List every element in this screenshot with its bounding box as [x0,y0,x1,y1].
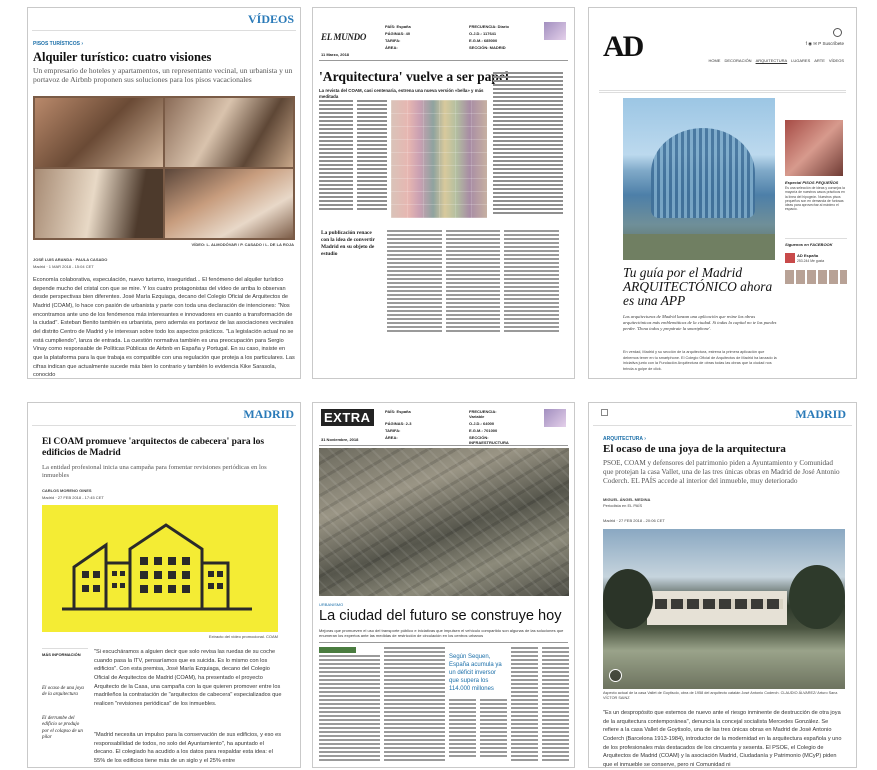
section-label-madrid[interactable]: MADRID [795,407,846,422]
column-text-left [319,100,353,212]
section-label-madrid[interactable]: MADRID [243,407,294,422]
column-text-right [493,72,563,216]
author-role: Periodista en EL PAÍS [603,503,643,508]
headline: El COAM promueve 'arquitectos de cabecer… [42,437,265,458]
city-illustration-icon [62,523,252,611]
pull-quote: Según Sequen, España acumula ya un défic… [449,654,502,693]
nav-decoracion[interactable]: DECORACIÓN [724,58,751,63]
nav-arquitectura[interactable]: ARQUITECTURA [756,58,788,63]
menu-icon[interactable] [601,409,608,416]
fb-likes: 253.244 Me gusta [797,259,825,263]
clip-date: 31 Noviembre, 2018 [321,437,359,442]
clipping-arquitectura-papel[interactable]: EL MUNDO 11 Marzo, 2018 PAÍS: España FREC… [312,7,575,379]
kicker: URBANISMO [319,602,344,607]
clipping-ocaso-joya[interactable]: MADRID ARQUITECTURA › El ocaso de una jo… [588,402,857,768]
headline: La ciudad del futuro se construye hoy [319,608,562,624]
ad-logo[interactable]: AD [603,30,644,64]
subhead: Mejoras que promueven el uso del transpo… [319,628,564,638]
clipping-arquitectos-cabecera[interactable]: MADRID El COAM promueve 'arquitectos de … [27,402,301,768]
headline: El ocaso de una joya de la arquitectura [603,443,786,455]
nav-lugares[interactable]: LUGARES [791,58,810,63]
section-label-videos[interactable]: VÍDEOS [248,12,294,27]
dateline: Madrid · 1 MAR 2018 - 15:04 CET [33,264,94,269]
subhead: PSOE, COAM y defensores del patrimonio p… [603,459,840,485]
subhead: La entidad profesional inicia una campañ… [42,464,267,480]
side-text: Es una selección de ideas y consejos la … [785,186,845,212]
clip-thumbnail [544,409,566,427]
article-dek: Las arquitecturas de Madrid lanzan una a… [623,314,777,331]
body-columns-left [319,647,445,763]
headline[interactable]: Alquiler turístico: cuatro visiones [33,50,295,65]
related-link-2[interactable]: El derrumbe del edificio se produjo por … [42,716,86,741]
dateline: Madrid · 27 FEB 2018 - 17:45 CET [42,495,104,500]
byline[interactable]: JOSÉ LUIS ARANDA · PAULA CASADO [33,257,107,262]
side-label[interactable]: Especial PISOS PEQUEÑOS [785,180,847,185]
clip-meta: PAÍS: España FRECUENCIA: Variable PÁGINAS… [385,409,509,445]
photo-caption: Aspecto actual de la casa Vallet de Goyt… [603,691,839,700]
camera-icon[interactable] [609,669,622,682]
more-info-heading: MÁS INFORMACIÓN [42,652,81,657]
nav-videos[interactable]: VÍDEOS [829,58,844,63]
clip-date: 11 Marzo, 2018 [321,52,350,57]
article-body: En verdad, Madrid y su sección de la arq… [623,350,777,371]
facebook-heading: Síguenos en FACEBOOK [785,242,833,247]
promo-video-frame[interactable] [42,505,278,632]
masthead: EL MUNDO [321,32,367,42]
article-body-2: "Madrid necesita un impulso para la cons… [94,732,281,764]
clip-meta: PAÍS: España FRECUENCIA: Diario PÁGINAS: … [385,24,510,50]
author[interactable]: MIGUEL ÁNGEL MEDINA [603,497,650,502]
column-text-2 [357,100,387,212]
subhead: Un empresario de hoteles y apartamentos,… [33,66,293,85]
article-title: Tu guía por el Madrid ARQUITECTÓNICO aho… [623,265,773,309]
body-columns-right [511,647,569,763]
photo-caption: VÍDEO: L. ALMODÓVAR / P. CASADO / L. DE … [191,242,294,247]
nav-home[interactable]: HOME [708,58,720,63]
fb-page-avatar[interactable] [785,253,795,263]
dateline: Madrid · 27 FEB 2018 - 20:06 CET [603,518,665,523]
fb-page-name[interactable]: AD España [797,253,818,258]
clipping-ad-app[interactable]: AD f ◉ ✉ P Suscríbete HOME DECORACIÓN AR… [588,7,857,379]
clipping-ciudad-futuro[interactable]: EXTRA 31 Noviembre, 2018 PAÍS: España FRE… [312,402,575,768]
masthead: EXTRA [321,409,374,426]
article-body: Economía colaborativa, especulación, nue… [33,277,295,379]
side-thumbnail[interactable] [785,120,843,176]
body-columns [387,230,560,334]
house-photo [603,529,845,689]
headline: 'Arquitectura' vuelve a ser papel [319,69,509,84]
nav-arte[interactable]: ARTE [814,58,825,63]
main-nav[interactable]: HOME DECORACIÓN ARQUITECTURA LUGARES ART… [708,58,844,63]
subhead: La revista del COAM, casi centenaria, es… [319,88,484,99]
clip-thumbnail [544,22,566,40]
kicker[interactable]: PISOS TURÍSTICOS › [33,41,83,48]
article-body-1: "Si escucháramos a alguien decir que sol… [94,649,282,707]
magazine-color-swatches [391,100,487,218]
photo-caption: Extracto del vídeo promocional. COAM [208,634,278,639]
related-link-1[interactable]: El ocaso de una joya de la arquitectura [42,686,86,699]
kicker[interactable]: ARQUITECTURA › [603,436,646,443]
search-icon[interactable] [833,28,842,37]
clipping-alquiler-turistico[interactable]: VÍDEOS PISOS TURÍSTICOS › Alquiler turís… [27,7,301,379]
aerial-city-photo [319,448,569,596]
body-columns-middle [449,699,507,759]
pull-quote: La publicación renace con la idea de con… [321,230,375,258]
building-photo [623,98,775,260]
fb-friend-avatars [785,270,847,284]
social-links[interactable]: f ◉ ✉ P Suscríbete [806,41,844,47]
video-thumbnail-grid[interactable] [33,96,295,240]
author[interactable]: CARLOS MORENO GINES [42,488,92,493]
article-body: "Es un despropósito que estemos de nuevo… [603,710,842,768]
